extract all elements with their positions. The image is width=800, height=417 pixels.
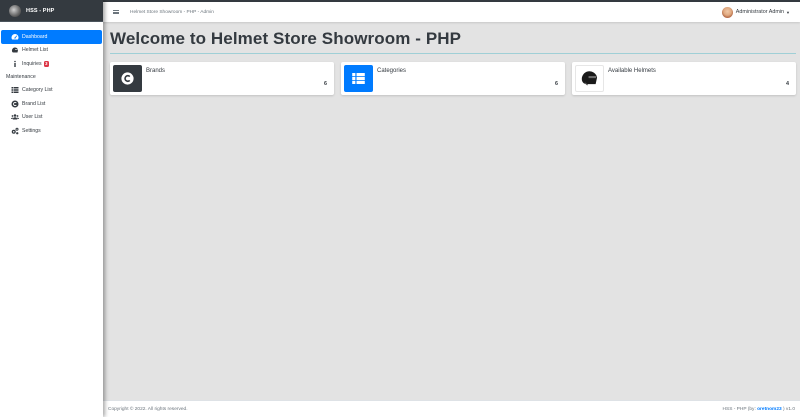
- sidebar-item-label: Dashboard: [22, 33, 48, 40]
- sidebar-item-label: User List: [22, 114, 43, 121]
- brand-name: HSS - PHP: [26, 7, 55, 14]
- sidebar-section-header: Maintenance: [6, 74, 36, 80]
- available-helmets-info-box: Available Helmets 4: [572, 62, 796, 95]
- main-content: Welcome to Helmet Store Showroom - PHP B…: [103, 22, 800, 400]
- brands-info-box: Brands 6: [110, 62, 334, 95]
- tachometer-icon: [10, 32, 19, 41]
- inquiries-count-badge: 3: [43, 60, 49, 67]
- info-box-count: 4: [786, 81, 789, 87]
- info-box-label: Available Helmets: [608, 68, 656, 74]
- sidebar-item-dashboard[interactable]: Dashboard: [1, 30, 102, 44]
- footer-credit: HSS - PHP (by: oretnom23 ) v1.0: [723, 407, 795, 412]
- top-navbar: Helmet Store Showroom - PHP - Admin Admi…: [103, 2, 800, 22]
- info-icon: [10, 59, 19, 68]
- cogs-icon: [10, 126, 19, 135]
- user-menu-dropdown[interactable]: Administrator Admin ▼: [721, 6, 790, 18]
- footer: Copyright © 2022. All rights reserved. H…: [103, 400, 800, 417]
- caret-down-icon: ▼: [786, 9, 790, 15]
- copyright-icon: [113, 65, 142, 92]
- th-list-icon: [344, 65, 373, 92]
- sidebar-item-settings[interactable]: Settings: [0, 124, 103, 138]
- sidebar-item-label: Helmet List: [22, 47, 48, 54]
- page-title: Welcome to Helmet Store Showroom - PHP: [110, 29, 462, 48]
- categories-info-box: Categories 6: [341, 62, 565, 95]
- footer-author-link[interactable]: oretnom23: [757, 407, 782, 412]
- helmet-icon: [575, 65, 604, 92]
- sidebar-item-brand-list[interactable]: Brand List: [0, 97, 103, 111]
- sidebar-item-label: Category List: [22, 87, 53, 94]
- title-divider: [110, 53, 796, 54]
- user-name: Administrator Admin: [735, 9, 785, 15]
- th-list-icon: [10, 86, 19, 95]
- sidebar-item-inquiries[interactable]: Inquiries 3: [0, 57, 103, 71]
- copyright-icon: [10, 99, 19, 108]
- brand-logo-icon: [9, 4, 21, 17]
- sidebar-item-user-list[interactable]: User List: [0, 111, 103, 125]
- brand-link[interactable]: HSS - PHP: [0, 0, 103, 22]
- users-icon: [10, 113, 19, 122]
- avatar: [721, 6, 733, 18]
- menu-toggle-icon[interactable]: [113, 9, 119, 16]
- sidebar-item-label: Settings: [22, 127, 41, 134]
- sidebar-item-helmet-list[interactable]: Helmet List: [0, 44, 103, 58]
- helmet-icon: [10, 46, 19, 55]
- footer-credit-suffix: ) v1.0: [781, 406, 795, 412]
- footer-credit-prefix: HSS - PHP (by:: [722, 406, 758, 412]
- footer-copyright: Copyright © 2022. All rights reserved.: [108, 406, 188, 412]
- sidebar-item-category-list[interactable]: Category List: [0, 84, 103, 98]
- sidebar-item-label: Brand List: [22, 100, 46, 107]
- sidebar-item-label: Inquiries: [22, 60, 42, 67]
- info-box-count: 6: [555, 81, 558, 87]
- info-box-count: 6: [324, 81, 327, 87]
- info-box-label: Brands: [146, 68, 166, 74]
- sidebar-nav: Dashboard Helmet List Inquiries 3 Mainte…: [0, 22, 103, 138]
- sidebar: HSS - PHP Dashboard Helmet List Inquirie…: [0, 0, 103, 417]
- navbar-title: Helmet Store Showroom - PHP - Admin: [130, 9, 214, 15]
- info-box-label: Categories: [377, 68, 407, 74]
